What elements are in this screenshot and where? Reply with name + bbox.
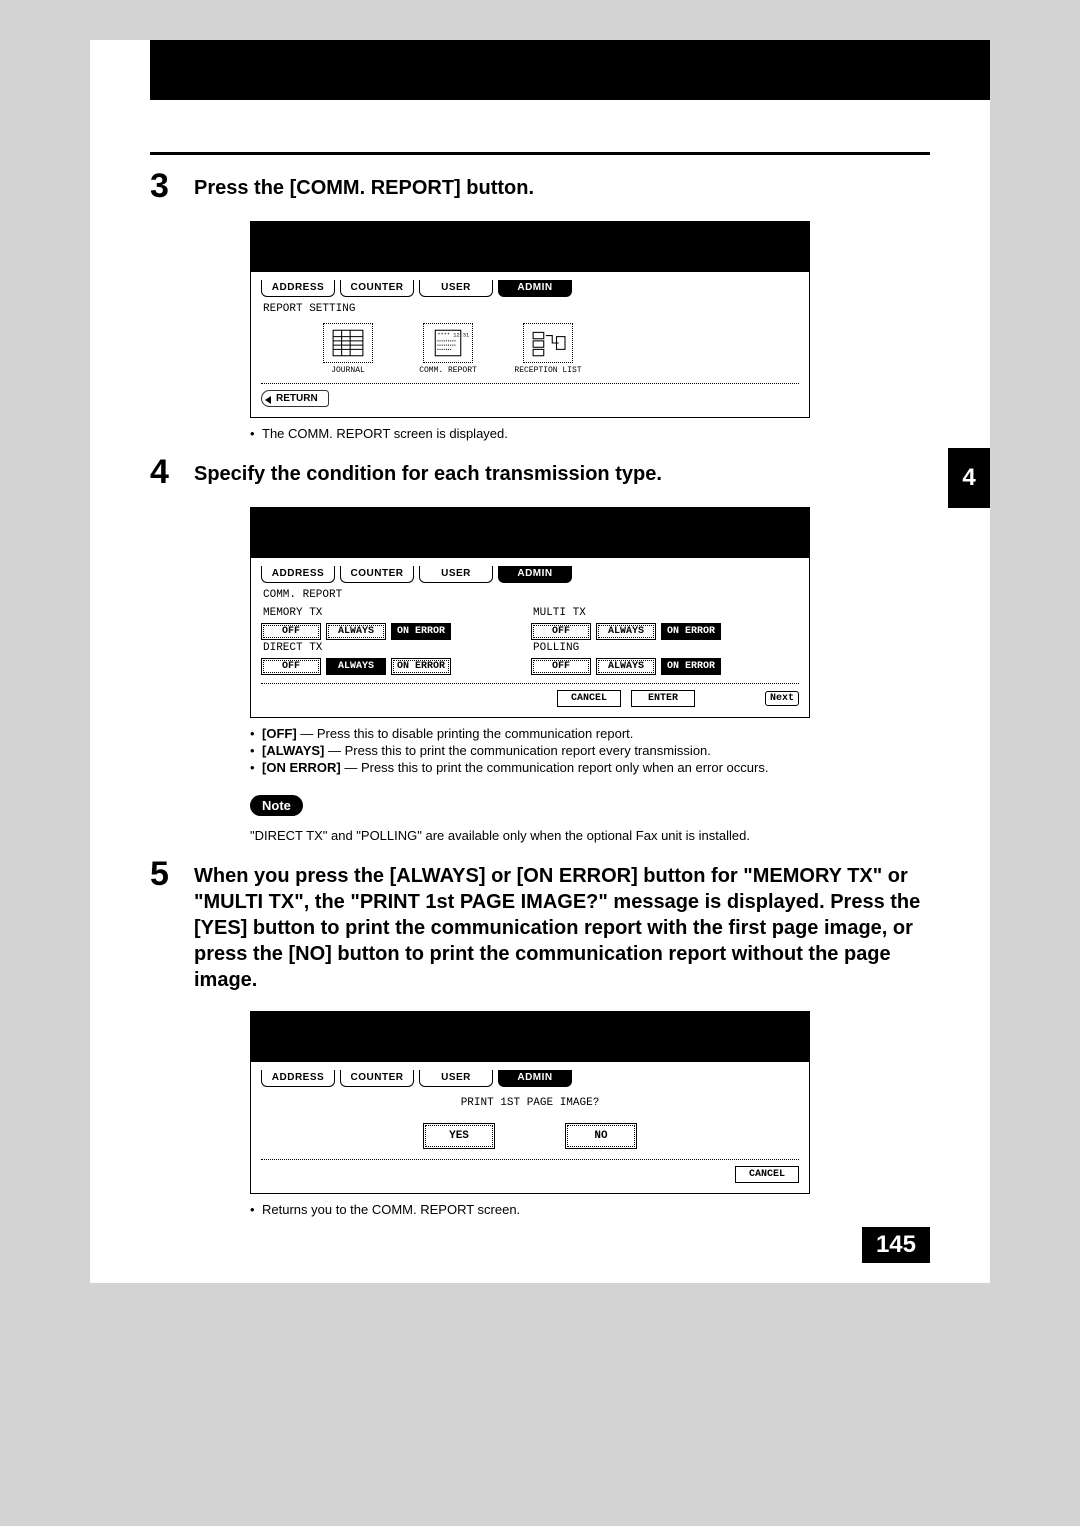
memory-tx-label: MEMORY TX bbox=[263, 607, 471, 619]
direct-tx-onerror-button[interactable]: ON ERROR bbox=[391, 658, 451, 675]
comm-report-icon: **** 12:31 bbox=[426, 326, 470, 360]
journal-icon bbox=[326, 326, 370, 360]
tab-counter[interactable]: COUNTER bbox=[340, 1070, 414, 1087]
lcd-title: REPORT SETTING bbox=[263, 303, 799, 315]
direct-tx-off-button[interactable]: OFF bbox=[261, 658, 321, 675]
tab-address[interactable]: ADDRESS bbox=[261, 566, 335, 583]
multi-tx-onerror-button[interactable]: ON ERROR bbox=[661, 623, 721, 640]
reception-list-icon bbox=[526, 326, 570, 360]
step-3-notes: The COMM. REPORT screen is displayed. bbox=[250, 426, 930, 441]
cancel-button[interactable]: CANCEL bbox=[735, 1166, 799, 1183]
step-title: Press the [COMM. REPORT] button. bbox=[194, 169, 534, 201]
list-item: [ALWAYS] — Press this to print the commu… bbox=[250, 743, 930, 758]
lcd-statusbar bbox=[251, 222, 809, 272]
tab-admin[interactable]: ADMIN bbox=[498, 566, 572, 583]
step-title: Specify the condition for each transmiss… bbox=[194, 455, 662, 487]
step-number: 3 bbox=[150, 169, 180, 203]
list-item: [OFF] — Press this to disable printing t… bbox=[250, 726, 930, 741]
step-5-notes: Returns you to the COMM. REPORT screen. bbox=[250, 1202, 930, 1217]
step-5: 5 When you press the [ALWAYS] or [ON ERR… bbox=[150, 857, 930, 993]
direct-tx-label: DIRECT TX bbox=[263, 642, 471, 654]
step-number: 4 bbox=[150, 455, 180, 489]
step-title: When you press the [ALWAYS] or [ON ERROR… bbox=[194, 857, 930, 993]
polling-label: POLLING bbox=[533, 642, 741, 654]
lcd-screen-comm-report: ADDRESS COUNTER USER ADMIN COMM. REPORT … bbox=[250, 507, 810, 718]
list-item: [ON ERROR] — Press this to print the com… bbox=[250, 760, 930, 775]
lcd-screen-print-confirm: ADDRESS COUNTER USER ADMIN PRINT 1ST PAG… bbox=[250, 1011, 810, 1194]
step-number: 5 bbox=[150, 857, 180, 891]
return-button[interactable]: RETURN bbox=[261, 390, 329, 407]
lcd-statusbar bbox=[251, 1012, 809, 1062]
comm-report-button[interactable]: **** 12:31 COMM. REPORT bbox=[411, 323, 485, 375]
chapter-tab: 4 bbox=[948, 448, 990, 508]
note-text: "DIRECT TX" and "POLLING" are available … bbox=[250, 828, 930, 843]
section-rule bbox=[150, 152, 930, 155]
confirm-message: PRINT 1ST PAGE IMAGE? bbox=[261, 1097, 799, 1109]
next-button[interactable]: Next bbox=[765, 691, 799, 706]
list-item: Returns you to the COMM. REPORT screen. bbox=[250, 1202, 930, 1217]
header-blackbar bbox=[150, 40, 990, 100]
svg-text:**** 12:31: **** 12:31 bbox=[437, 333, 469, 339]
tab-user[interactable]: USER bbox=[419, 1070, 493, 1087]
step-3: 3 Press the [COMM. REPORT] button. bbox=[150, 169, 930, 203]
list-item: The COMM. REPORT screen is displayed. bbox=[250, 426, 930, 441]
tab-counter[interactable]: COUNTER bbox=[340, 280, 414, 297]
multi-tx-label: MULTI TX bbox=[533, 607, 741, 619]
yes-button[interactable]: YES bbox=[423, 1123, 495, 1149]
lcd-statusbar bbox=[251, 508, 809, 558]
no-button[interactable]: NO bbox=[565, 1123, 637, 1149]
step-4: 4 Specify the condition for each transmi… bbox=[150, 455, 930, 489]
enter-button[interactable]: ENTER bbox=[631, 690, 695, 707]
multi-tx-off-button[interactable]: OFF bbox=[531, 623, 591, 640]
lcd-screen-report-setting: ADDRESS COUNTER USER ADMIN REPORT SETTIN… bbox=[250, 221, 810, 418]
journal-button[interactable]: JOURNAL bbox=[311, 323, 385, 375]
tab-address[interactable]: ADDRESS bbox=[261, 280, 335, 297]
tab-user[interactable]: USER bbox=[419, 280, 493, 297]
tab-address[interactable]: ADDRESS bbox=[261, 1070, 335, 1087]
memory-tx-off-button[interactable]: OFF bbox=[261, 623, 321, 640]
polling-always-button[interactable]: ALWAYS bbox=[596, 658, 656, 675]
polling-onerror-button[interactable]: ON ERROR bbox=[661, 658, 721, 675]
page-number: 145 bbox=[862, 1227, 930, 1263]
note-badge: Note bbox=[250, 795, 303, 816]
polling-off-button[interactable]: OFF bbox=[531, 658, 591, 675]
direct-tx-always-button[interactable]: ALWAYS bbox=[326, 658, 386, 675]
tab-counter[interactable]: COUNTER bbox=[340, 566, 414, 583]
step-4-notes: [OFF] — Press this to disable printing t… bbox=[250, 726, 930, 775]
tab-admin[interactable]: ADMIN bbox=[498, 280, 572, 297]
reception-list-button[interactable]: RECEPTION LIST bbox=[511, 323, 585, 375]
memory-tx-onerror-button[interactable]: ON ERROR bbox=[391, 623, 451, 640]
cancel-button[interactable]: CANCEL bbox=[557, 690, 621, 707]
lcd-title: COMM. REPORT bbox=[263, 589, 799, 601]
tab-user[interactable]: USER bbox=[419, 566, 493, 583]
tab-admin[interactable]: ADMIN bbox=[498, 1070, 572, 1087]
multi-tx-always-button[interactable]: ALWAYS bbox=[596, 623, 656, 640]
memory-tx-always-button[interactable]: ALWAYS bbox=[326, 623, 386, 640]
